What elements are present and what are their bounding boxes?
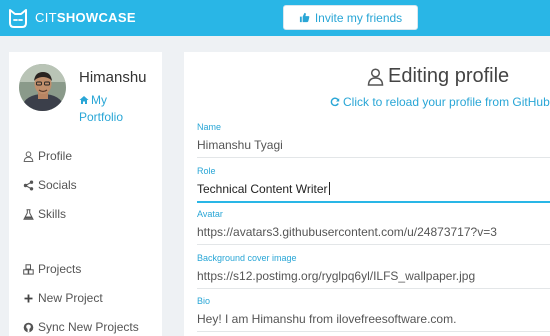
avatar-field[interactable]: Avatar https://avatars3.githubuserconten… [197, 209, 550, 245]
thumbs-up-icon [299, 12, 310, 23]
bio-field[interactable]: Bio Hey! I am Himanshu from ilovefreesof… [197, 296, 550, 332]
brand-prefix: CIT [35, 10, 57, 25]
sidebar-item-skills[interactable]: Skills [23, 207, 66, 221]
refresh-icon [330, 97, 340, 107]
page-title: Editing profile [367, 65, 509, 88]
sidebar-item-label: Profile [38, 149, 73, 163]
text-caret [328, 182, 330, 195]
user-name: Himanshu [79, 69, 147, 86]
cubes-icon [23, 263, 34, 275]
sidebar-item-label: Sync New Projects [38, 320, 139, 334]
edit-profile-panel: Editing profile Click to reload your pro… [184, 52, 550, 336]
name-field[interactable]: Name Himanshu Tyagi [197, 122, 550, 158]
name-input[interactable]: Himanshu Tyagi [197, 137, 550, 153]
invite-label: Invite my friends [314, 10, 403, 25]
reload-profile-link[interactable]: Click to reload your profile from GitHub [330, 95, 550, 109]
bio-input[interactable]: Hey! I am Himanshu from ilovefreesoftwar… [197, 311, 550, 327]
brand-name[interactable]: CITSHOWCASE [35, 10, 136, 25]
user-icon [367, 67, 384, 86]
field-label: Bio [197, 296, 211, 306]
sidebar-item-new-project[interactable]: New Project [23, 291, 103, 305]
top-bar: CITSHOWCASE Invite my friends [0, 0, 550, 36]
role-input-text: Technical Content Writer [197, 182, 328, 196]
field-label: Name [197, 122, 222, 132]
sidebar-item-label: New Project [38, 291, 103, 305]
reload-label: Click to reload your profile from GitHub [343, 95, 550, 109]
avatar-url-input[interactable]: https://avatars3.githubusercontent.com/u… [197, 224, 550, 240]
plus-icon [24, 294, 33, 302]
role-field[interactable]: Role Technical Content Writer [197, 166, 550, 203]
github-icon [23, 322, 34, 332]
field-label: Background cover image [197, 253, 297, 263]
cat-logo-icon[interactable] [8, 9, 28, 28]
sidebar-item-profile[interactable]: Profile [23, 149, 72, 163]
field-underline [197, 288, 550, 289]
field-underline [197, 244, 550, 245]
sidebar-item-label: Socials [38, 178, 77, 192]
sidebar: Himanshu My Portfolio Profile Socials Sk… [9, 52, 162, 336]
avatar[interactable] [19, 64, 66, 111]
role-input[interactable]: Technical Content Writer [197, 181, 550, 197]
sidebar-item-sync-new-projects[interactable]: Sync New Projects [23, 320, 139, 334]
field-label: Avatar [197, 209, 223, 219]
sidebar-item-label: Projects [38, 262, 82, 276]
field-label: Role [197, 166, 216, 176]
share-icon [23, 180, 34, 190]
sidebar-item-label: Skills [38, 207, 67, 221]
flask-icon [23, 208, 34, 220]
page-title-text: Editing profile [388, 65, 510, 87]
sidebar-item-socials[interactable]: Socials [23, 178, 77, 192]
brand-suffix: SHOWCASE [56, 10, 136, 25]
field-underline [197, 331, 550, 332]
background-cover-input[interactable]: https://s12.postimg.org/ryglpq6yl/ILFS_w… [197, 268, 550, 284]
field-underline-active [197, 201, 550, 203]
home-icon [79, 96, 89, 104]
sidebar-item-projects[interactable]: Projects [23, 262, 81, 276]
invite-friends-button[interactable]: Invite my friends [283, 5, 418, 30]
field-underline [197, 157, 550, 158]
user-icon [23, 150, 34, 162]
my-portfolio-link[interactable]: My Portfolio [79, 92, 149, 126]
background-cover-field[interactable]: Background cover image https://s12.posti… [197, 253, 550, 289]
